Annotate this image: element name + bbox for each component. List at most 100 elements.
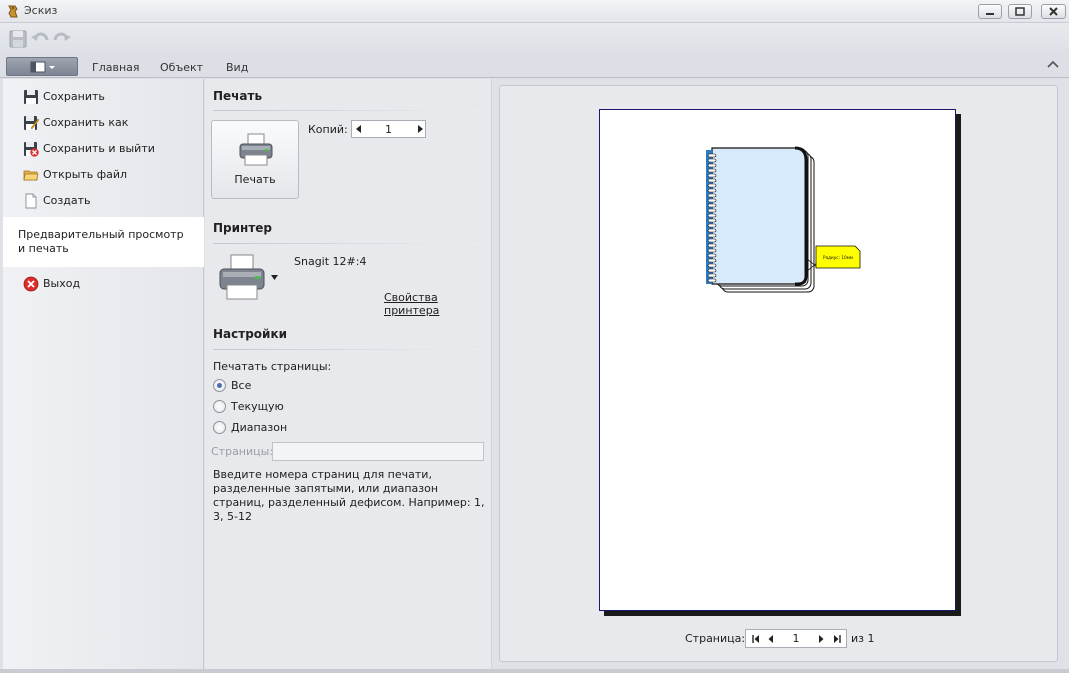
floppy-disk-icon — [24, 90, 38, 104]
spiral-ring — [707, 193, 717, 198]
spiral-ring — [707, 198, 717, 203]
app-menu-icon — [30, 61, 55, 73]
spiral-ring — [707, 238, 717, 243]
radio-label: Диапазон — [231, 421, 288, 434]
spiral-ring — [707, 203, 717, 208]
page-nav-label: Страница: — [685, 632, 746, 645]
window-bottom-edge — [0, 669, 1069, 673]
tab-home[interactable]: Главная — [92, 61, 140, 74]
chevron-down-icon[interactable] — [271, 275, 278, 280]
increment-icon[interactable] — [416, 125, 424, 133]
close-button[interactable] — [1041, 4, 1066, 19]
copies-value[interactable]: 1 — [352, 123, 425, 136]
sketch-notebook-drawing: Радиус: 10мм — [706, 146, 861, 293]
spiral-ring — [707, 168, 717, 173]
preview-page: Радиус: 10мм — [599, 109, 956, 611]
last-page-icon[interactable] — [833, 635, 841, 643]
section-divider — [213, 243, 483, 244]
spiral-ring — [707, 153, 717, 158]
printer-section-title: Принтер — [213, 221, 273, 235]
spiral-ring — [707, 178, 717, 183]
copies-spinner[interactable]: 1 — [351, 120, 426, 138]
print-button-label: Печать — [234, 173, 276, 186]
menu-item-label: Открыть файл — [43, 168, 128, 181]
folder-open-icon — [23, 170, 39, 181]
printer-properties-link[interactable]: Свойства принтера — [384, 291, 491, 317]
menu-item-exit[interactable]: Выход — [3, 271, 204, 297]
pages-range-label: Страницы: — [211, 445, 274, 458]
first-page-icon[interactable] — [752, 635, 760, 643]
spiral-ring — [707, 243, 717, 248]
printer-select-icon[interactable] — [217, 253, 267, 301]
redo-icon[interactable] — [51, 28, 73, 50]
spiral-ring — [707, 233, 717, 238]
undo-icon[interactable] — [29, 28, 51, 50]
spiral-ring — [707, 258, 717, 263]
collapse-ribbon-icon[interactable] — [1046, 59, 1060, 71]
save-as-icon — [24, 116, 39, 130]
print-settings-panel: Печать Печать Копий: 1 Принтер Snagit 12… — [205, 79, 491, 669]
spiral-ring — [707, 223, 717, 228]
menu-item-label: Сохранить как — [43, 116, 129, 129]
radius-callout-text: Радиус: 10мм — [823, 255, 853, 260]
spiral-ring — [707, 163, 717, 168]
printer-icon — [239, 133, 273, 166]
spiral-ring — [707, 183, 717, 188]
minimize-icon — [986, 13, 994, 15]
tab-view[interactable]: Вид — [226, 61, 248, 74]
window-title: Эскиз — [24, 4, 58, 17]
save-and-exit-icon — [24, 142, 39, 157]
menu-item-label: Предварительный просмотр и печать — [18, 228, 184, 255]
maximize-icon — [1015, 7, 1025, 16]
menu-item-label: Сохранить и выйти — [43, 142, 155, 155]
spiral-ring — [707, 218, 717, 223]
copies-label: Копий: — [308, 123, 348, 136]
prev-page-icon[interactable] — [768, 635, 774, 643]
panel-divider — [491, 79, 492, 669]
section-divider — [213, 110, 483, 111]
radio-dot[interactable] — [213, 400, 226, 413]
file-menu-button[interactable] — [6, 57, 78, 76]
radio-dot[interactable] — [213, 379, 226, 392]
section-divider — [213, 349, 483, 350]
spiral-ring — [707, 188, 717, 193]
app-logo-icon — [8, 5, 18, 18]
menu-item-save-as[interactable]: Сохранить как — [3, 110, 204, 136]
print-pages-label: Печатать страницы: — [213, 360, 332, 373]
page-total: из 1 — [851, 632, 875, 645]
backstage-menu: Сохранить Сохранить как Сохранить и выйт… — [3, 79, 204, 669]
pages-range-input[interactable] — [272, 442, 484, 461]
tab-object[interactable]: Объект — [160, 61, 203, 74]
page-navigator[interactable]: 1 — [745, 629, 847, 648]
spiral-ring — [707, 228, 717, 233]
menu-item-create[interactable]: Создать — [3, 188, 204, 214]
menu-item-save[interactable]: Сохранить — [3, 84, 204, 110]
spiral-ring — [707, 213, 717, 218]
exit-icon — [23, 276, 39, 292]
ribbon-tab-bar: Главная Объект Вид — [0, 55, 1069, 78]
print-button[interactable]: Печать — [211, 120, 299, 199]
menu-item-label: Сохранить — [43, 90, 105, 103]
spiral-ring — [707, 248, 717, 253]
save-icon[interactable] — [7, 28, 29, 50]
radio-dot[interactable] — [213, 421, 226, 434]
spiral-ring — [707, 158, 717, 163]
spiral-ring — [707, 263, 717, 268]
page-number-value[interactable]: 1 — [776, 632, 816, 645]
minimize-button[interactable] — [978, 4, 1002, 19]
maximize-button[interactable] — [1008, 4, 1032, 19]
menu-item-label: Выход — [43, 277, 81, 290]
pages-hint-text: Введите номера страниц для печати, разде… — [213, 468, 485, 523]
menu-item-open-file[interactable]: Открыть файл — [3, 162, 204, 188]
spiral-ring — [707, 208, 717, 213]
new-document-icon — [25, 193, 37, 209]
menu-item-save-and-exit[interactable]: Сохранить и выйти — [3, 136, 204, 162]
spiral-ring — [707, 253, 717, 258]
spiral-ring — [707, 268, 717, 273]
quick-access-toolbar — [0, 23, 1069, 55]
menu-item-print-preview[interactable]: Предварительный просмотр и печать — [3, 217, 204, 267]
spiral-ring — [707, 278, 717, 283]
title-bar: Эскиз — [0, 0, 1069, 23]
spiral-ring — [707, 173, 717, 178]
next-page-icon[interactable] — [818, 635, 824, 643]
